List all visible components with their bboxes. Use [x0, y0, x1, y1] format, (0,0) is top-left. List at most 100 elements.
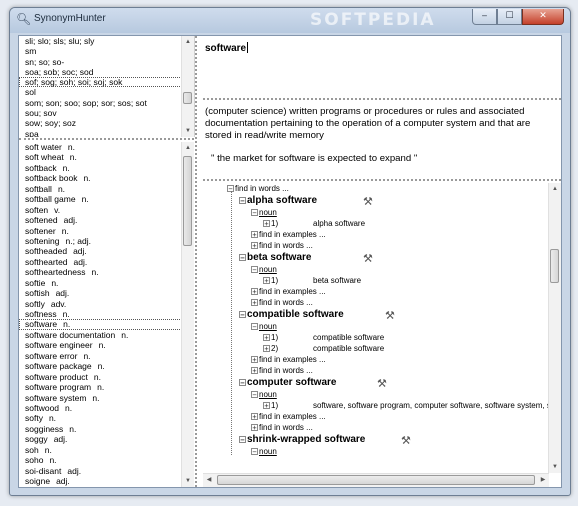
tree-group-header[interactable]: − computer software [239, 376, 336, 389]
scroll-down-arrow-icon[interactable]: ▼ [182, 125, 194, 137]
list-item[interactable]: soh n. [19, 445, 194, 455]
tree-noun-node[interactable]: − noun [251, 264, 277, 275]
tree-find-in-examples[interactable]: + find in examples ... [251, 229, 326, 240]
list-item[interactable]: software package n. [19, 361, 194, 371]
list-item[interactable]: som; son; soo; sop; sor; sos; sot [19, 98, 194, 108]
expand-box-icon[interactable]: + [251, 413, 258, 421]
list-item[interactable]: software program n. [19, 382, 194, 392]
scroll-down-arrow-icon[interactable]: ▼ [182, 475, 194, 487]
tree-group-header[interactable]: − compatible software [239, 308, 344, 321]
list-item[interactable]: soigne adj. [19, 476, 194, 486]
collapse-box-icon[interactable]: − [239, 254, 246, 262]
scroll-left-arrow-icon[interactable]: ◀ [203, 474, 215, 487]
abbrev-list-scrollbar[interactable]: ▲ ▼ [181, 36, 194, 137]
scroll-down-arrow-icon[interactable]: ▼ [549, 461, 561, 473]
splitter-vertical[interactable] [195, 36, 197, 487]
tree-vertical-scrollbar[interactable]: ▲ ▼ [548, 183, 561, 473]
collapse-box-icon[interactable]: − [239, 197, 246, 205]
tree-find-in-words[interactable]: + find in words ... [251, 365, 313, 376]
list-item[interactable]: software product n. [19, 372, 194, 382]
list-item[interactable]: sol [19, 87, 194, 97]
splitter-horizontal[interactable] [19, 138, 194, 140]
hammer-icon[interactable]: ⚒ [385, 309, 395, 322]
tree-sense-node[interactable]: +1) software, software program, computer … [263, 400, 548, 411]
expand-box-icon[interactable]: + [263, 334, 270, 342]
collapse-box-icon[interactable]: − [251, 448, 258, 456]
list-item[interactable]: soho n. [19, 455, 194, 465]
list-item[interactable]: soignee adj. [19, 486, 194, 487]
scroll-up-arrow-icon[interactable]: ▲ [182, 142, 194, 154]
expand-box-icon[interactable]: + [263, 277, 270, 285]
list-item[interactable]: software error n. [19, 351, 194, 361]
list-item[interactable]: software documentation n. [19, 330, 194, 340]
splitter-horizontal[interactable] [203, 179, 561, 181]
tree-sense-node[interactable]: +2) compatible software [263, 343, 384, 354]
collapse-box-icon[interactable]: − [239, 311, 246, 319]
list-item[interactable]: softish adj. [19, 288, 194, 298]
scroll-up-arrow-icon[interactable]: ▲ [182, 36, 194, 48]
list-item[interactable]: software engineer n. [19, 340, 194, 350]
list-item[interactable]: softheaded adj. [19, 246, 194, 256]
list-item[interactable]: sogginess n. [19, 424, 194, 434]
expand-box-icon[interactable]: + [251, 356, 258, 364]
list-item[interactable]: soften v. [19, 205, 194, 215]
scroll-thumb[interactable] [550, 249, 559, 283]
scroll-up-arrow-icon[interactable]: ▲ [549, 183, 561, 195]
list-item[interactable]: sou; sov [19, 108, 194, 118]
scroll-thumb[interactable] [217, 475, 535, 485]
search-input[interactable]: software [205, 42, 249, 54]
list-item[interactable]: softheartedness n. [19, 267, 194, 277]
list-item[interactable]: softened adj. [19, 215, 194, 225]
tree-find-in-words[interactable]: + find in words ... [251, 422, 313, 433]
tree-find-in-words[interactable]: + find in words ... [251, 297, 313, 308]
list-item[interactable]: software n. [19, 319, 194, 330]
list-item[interactable]: softback book n. [19, 173, 194, 183]
abbrev-list[interactable]: sli; slo; sls; slu; sly sm sn; so; so-soa;… [19, 36, 195, 137]
expand-box-icon[interactable]: + [263, 402, 270, 410]
tree-noun-node[interactable]: − noun [251, 389, 277, 400]
list-item[interactable]: soggy adj. [19, 434, 194, 444]
word-list-scrollbar[interactable]: ▲ ▼ [181, 142, 194, 487]
list-item[interactable]: softness n. [19, 309, 194, 319]
tree-horizontal-scrollbar[interactable]: ◀ ▶ [203, 473, 549, 487]
expand-box-icon[interactable]: + [263, 220, 270, 228]
list-item[interactable]: soa; sob; soc; sod [19, 67, 194, 77]
tree-noun-node[interactable]: − noun [251, 321, 277, 332]
scroll-thumb[interactable] [183, 92, 192, 104]
expand-box-icon[interactable]: + [251, 299, 258, 307]
expand-box-icon[interactable]: + [251, 288, 258, 296]
list-item[interactable]: sli; slo; sls; slu; sly [19, 36, 194, 46]
maximize-button[interactable]: ☐ [497, 9, 522, 25]
collapse-box-icon[interactable]: − [239, 379, 246, 387]
list-item[interactable]: softball game n. [19, 194, 194, 204]
list-item[interactable]: sm [19, 46, 194, 56]
list-item[interactable]: spa [19, 129, 194, 137]
tree-sense-node[interactable]: +1) beta software [263, 275, 361, 286]
list-item[interactable]: sow; soy; soz [19, 118, 194, 128]
tree-find-in-words[interactable]: + find in words ... [251, 240, 313, 251]
tree-group-header[interactable]: − alpha software [239, 194, 317, 207]
tree-find-in-examples[interactable]: + find in examples ... [251, 354, 326, 365]
collapse-box-icon[interactable]: − [251, 391, 258, 399]
list-item[interactable]: soi-disant adj. [19, 466, 194, 476]
list-item[interactable]: softly adv. [19, 299, 194, 309]
tree-noun-node[interactable]: − noun [251, 446, 277, 457]
minimize-button[interactable]: ‒ [472, 9, 497, 25]
list-item[interactable]: softball n. [19, 184, 194, 194]
tree-sense-node[interactable]: +1) compatible software [263, 332, 384, 343]
list-item[interactable]: softback n. [19, 163, 194, 173]
list-item[interactable]: soft wheat n. [19, 152, 194, 162]
tree-group-header[interactable]: − beta software [239, 251, 311, 264]
word-list[interactable]: soft water n. soft wheat n. softback n. softba… [19, 142, 194, 487]
expand-box-icon[interactable]: + [251, 231, 258, 239]
list-item[interactable]: softie n. [19, 278, 194, 288]
title-bar[interactable]: 🔍︎ SynonymHunter SOFTPEDIA ‒ ☐ ✕ [10, 8, 570, 33]
tree-find-in-examples[interactable]: + find in examples ... [251, 286, 326, 297]
scroll-right-arrow-icon[interactable]: ▶ [537, 474, 549, 487]
close-button[interactable]: ✕ [522, 9, 564, 25]
hammer-icon[interactable]: ⚒ [363, 195, 373, 208]
tree-noun-node[interactable]: − noun [251, 207, 277, 218]
list-item[interactable]: sof; sog; soh; soi; soj; sok [19, 77, 194, 88]
list-item[interactable]: softener n. [19, 226, 194, 236]
list-item[interactable]: softhearted adj. [19, 257, 194, 267]
